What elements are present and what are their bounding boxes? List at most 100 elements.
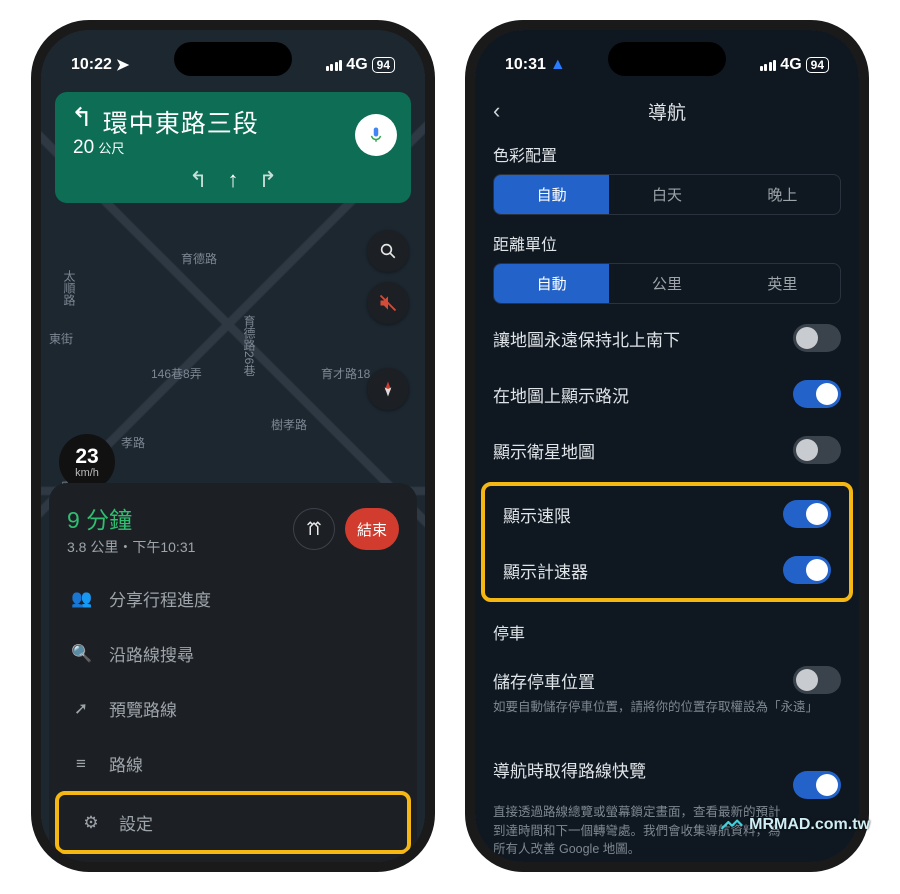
lane-right-icon: ↱ xyxy=(259,167,277,193)
navigation-screen: 育德路 育德路26巷 146巷8弄 育才路18 樹孝路 孝路 東街 太順路 新平… xyxy=(41,30,425,862)
signal-icon xyxy=(326,59,343,71)
status-time: 10:31 xyxy=(505,56,546,74)
search-icon: 🔍 xyxy=(71,644,91,664)
switch[interactable] xyxy=(793,324,841,352)
unit-mi-option[interactable]: 英里 xyxy=(725,264,840,303)
map-road-label: 育德路26巷 xyxy=(241,315,258,376)
menu-label: 分享行程進度 xyxy=(109,586,211,611)
map-road-label: 孝路 xyxy=(121,434,145,451)
toggle-save-parking[interactable]: 儲存停車位置 xyxy=(475,652,859,698)
lane-guidance: ↰ ↑ ↱ xyxy=(71,167,395,193)
list-icon: ≡ xyxy=(71,754,91,774)
speed-value: 23 xyxy=(75,446,98,467)
watermark-text: MRMAD.com.tw xyxy=(749,816,870,834)
unit-auto-option[interactable]: 自動 xyxy=(494,264,609,303)
color-scheme-segmented: 自動 白天 晚上 xyxy=(493,174,841,215)
eta-time: 9 分鐘 xyxy=(67,501,283,535)
navigation-active-icon: ▲ xyxy=(550,56,566,74)
save-parking-description: 如要自動儲存停車位置，請將你的位置存取權設為「永遠」 xyxy=(475,698,859,727)
menu-routes[interactable]: ≡ 路線 xyxy=(49,736,417,791)
alt-routes-icon xyxy=(305,520,323,538)
network-label: 4G xyxy=(780,56,801,74)
direction-distance-unit: 公尺 xyxy=(98,141,124,156)
map-road-label: 146巷8弄 xyxy=(151,365,202,382)
menu-share-progress[interactable]: 👥 分享行程進度 xyxy=(49,571,417,626)
dynamic-island xyxy=(608,42,726,76)
alternate-routes-button[interactable] xyxy=(293,508,335,550)
location-icon: ➤ xyxy=(116,55,129,75)
section-parking: 停車 xyxy=(475,606,859,652)
menu-preview-route[interactable]: ➚ 預覽路線 xyxy=(49,681,417,736)
map-road-label: 育才路18 xyxy=(321,365,370,382)
switch[interactable] xyxy=(793,666,841,694)
direction-panel[interactable]: ↰ 環中東路三段 20 公尺 ↰ ↑ ↱ xyxy=(55,92,411,203)
phone-left: 育德路 育德路26巷 146巷8弄 育才路18 樹孝路 孝路 東街 太順路 新平… xyxy=(31,20,435,872)
map-road-label: 樹孝路 xyxy=(271,416,307,433)
section-color-scheme: 色彩配置 xyxy=(475,132,859,174)
section-distance-unit: 距離單位 xyxy=(475,221,859,263)
navigation-settings-screen: 10:31 ▲ 4G 94 ‹ 導航 色彩配置 自動 白天 晚上 距離單位 xyxy=(475,30,859,862)
toggle-route-overview[interactable]: 導航時取得路線快覽 xyxy=(475,727,859,803)
color-night-option[interactable]: 晚上 xyxy=(725,175,840,214)
switch[interactable] xyxy=(783,500,831,528)
menu-label: 路線 xyxy=(109,751,143,776)
battery-indicator: 94 xyxy=(806,57,829,73)
toggle-label: 顯示速限 xyxy=(503,502,571,527)
watermark: MRMAD.com.tw xyxy=(721,816,870,834)
toggle-label: 儲存停車位置 xyxy=(493,668,595,693)
map-search-button[interactable] xyxy=(367,230,409,272)
compass-button[interactable] xyxy=(367,368,409,410)
phone-right: 10:31 ▲ 4G 94 ‹ 導航 色彩配置 自動 白天 晚上 距離單位 xyxy=(465,20,869,872)
speedometer-badge: 23 km/h xyxy=(59,434,115,490)
settings-header: ‹ 導航 xyxy=(475,90,859,132)
distance-unit-segmented: 自動 公里 英里 xyxy=(493,263,841,304)
menu-search-along-route[interactable]: 🔍 沿路線搜尋 xyxy=(49,626,417,681)
toggle-speed-limit[interactable]: 顯示速限 xyxy=(485,486,849,542)
toggle-label: 在地圖上顯示路況 xyxy=(493,382,629,407)
unit-km-option[interactable]: 公里 xyxy=(609,264,724,303)
map-road-label: 東街 xyxy=(49,330,73,347)
switch[interactable] xyxy=(793,771,841,799)
voice-search-button[interactable] xyxy=(355,114,397,156)
eta-detail: 3.8 公里・下午10:31 xyxy=(67,537,283,557)
dynamic-island xyxy=(174,42,292,76)
turn-left-icon: ↰ xyxy=(71,104,93,130)
lane-left-icon: ↰ xyxy=(189,167,207,193)
trip-menu: 👥 分享行程進度 🔍 沿路線搜尋 ➚ 預覽路線 ≡ 路線 xyxy=(49,571,417,854)
status-time: 10:22 xyxy=(71,56,112,74)
back-button[interactable]: ‹ xyxy=(493,98,500,124)
end-label: 結束 xyxy=(357,519,387,540)
bottom-sheet[interactable]: 9 分鐘 3.8 公里・下午10:31 結束 👥 分享行程進度 xyxy=(49,483,417,862)
menu-label: 沿路線搜尋 xyxy=(109,641,194,666)
mic-icon xyxy=(367,126,385,144)
watermark-logo-icon xyxy=(721,817,743,833)
toggle-north-up[interactable]: 讓地圖永遠保持北上南下 xyxy=(475,310,859,366)
switch[interactable] xyxy=(793,436,841,464)
compass-icon xyxy=(378,379,398,399)
direction-distance-value: 20 xyxy=(73,137,94,158)
switch[interactable] xyxy=(783,556,831,584)
highlight-speed-toggles: 顯示速限 顯示計速器 xyxy=(481,482,853,602)
signal-icon xyxy=(760,59,777,71)
menu-label: 預覽路線 xyxy=(109,696,177,721)
toggle-speedometer[interactable]: 顯示計速器 xyxy=(485,542,849,598)
color-auto-option[interactable]: 自動 xyxy=(494,175,609,214)
toggle-traffic[interactable]: 在地圖上顯示路況 xyxy=(475,366,859,422)
route-icon: ➚ xyxy=(71,699,91,719)
color-day-option[interactable]: 白天 xyxy=(609,175,724,214)
search-icon xyxy=(379,242,397,260)
mute-button[interactable] xyxy=(367,282,409,324)
switch[interactable] xyxy=(793,380,841,408)
battery-indicator: 94 xyxy=(372,57,395,73)
toggle-label: 顯示計速器 xyxy=(503,558,588,583)
end-navigation-button[interactable]: 結束 xyxy=(345,508,399,550)
toggle-label: 讓地圖永遠保持北上南下 xyxy=(493,326,680,351)
speed-unit: km/h xyxy=(75,467,99,479)
toggle-label: 導航時取得路線快覽 xyxy=(493,757,646,782)
highlight-settings: ⚙ 設定 xyxy=(55,791,411,854)
direction-road: 環中東路三段 xyxy=(103,104,395,140)
toggle-satellite[interactable]: 顯示衛星地圖 xyxy=(475,422,859,478)
menu-settings[interactable]: ⚙ 設定 xyxy=(59,795,407,850)
toggle-label: 顯示衛星地圖 xyxy=(493,438,595,463)
settings-title: 導航 xyxy=(648,98,686,125)
